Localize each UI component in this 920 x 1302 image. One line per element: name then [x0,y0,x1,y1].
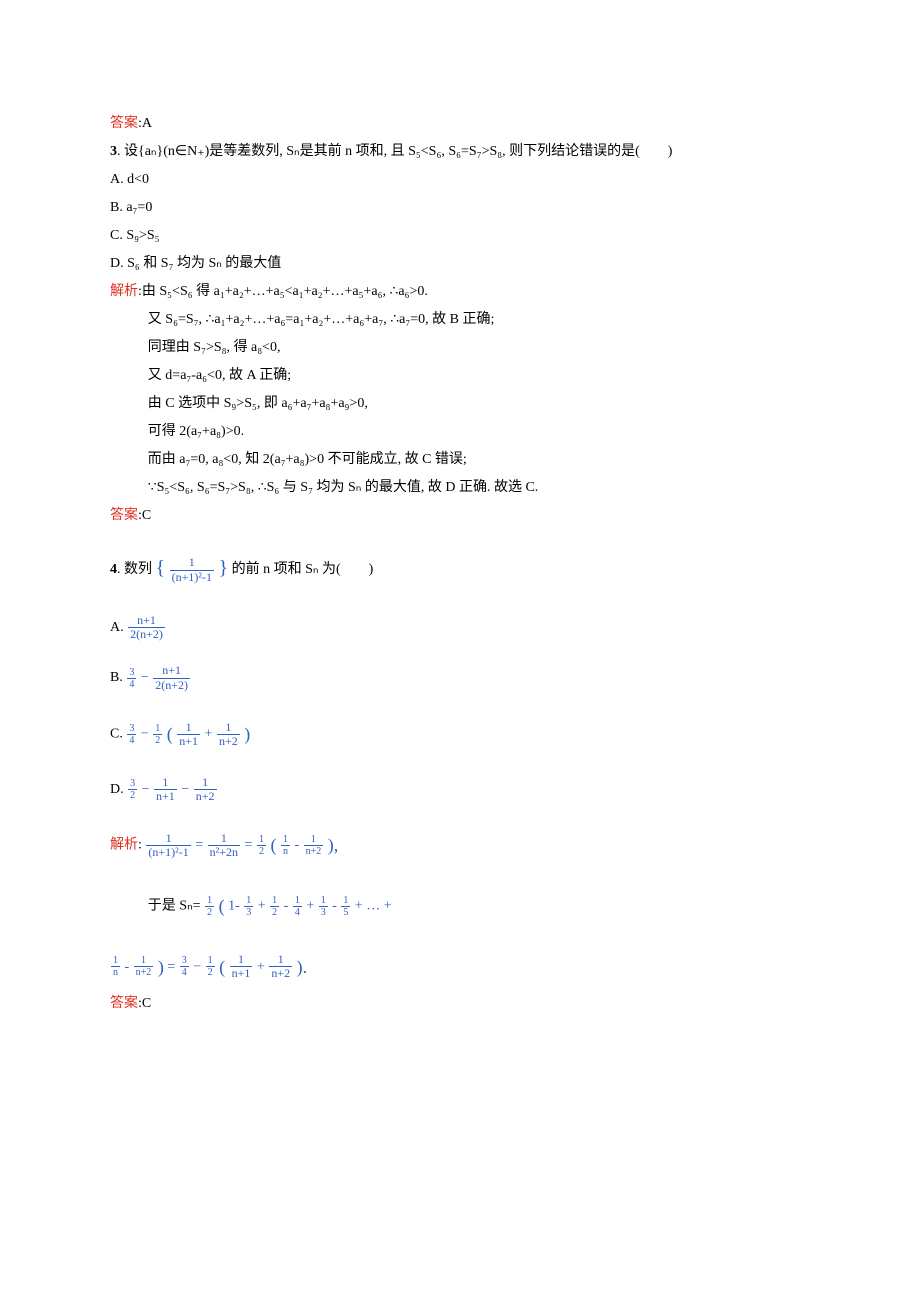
q4-num: 4 [110,562,117,577]
q4-C-12: 12 [153,723,162,746]
q4-ans: :C [138,996,151,1011]
q4-B-frac2: n+12(n+2) [153,664,190,691]
q4-stem: 4. 数列 { 1 (n+1)²-1 } 的前 n 项和 Sₙ 为( ) [110,544,810,596]
q4-C-label: C. [110,726,123,741]
q4-optD: D. 32 − 1n+1 − 1n+2 [110,772,810,808]
q3-num: 3 [110,144,117,159]
answer-2: 答案:A [110,110,810,138]
q3-sol7: 而由 a₇=0, a₈<0, 知 2(a₇+a₈)>0 不可能成立, 故 C 错… [148,446,810,474]
q3-ans: :C [138,508,151,523]
q4-optA: A. n+1 2(n+2) [110,610,810,646]
q3-sol6: 可得 2(a₇+a₈)>0. [148,418,810,446]
q3-optC: C. S₉>S₅ [110,222,810,250]
q4-C-34: 34 [127,723,136,746]
ans2-label: 答案 [110,116,138,131]
q4-D-f1: 1n+1 [154,776,177,803]
q4-sol2: 于是 Sₙ= 12 ( 1- 13 + 12 - 14 + 13 - 15 + … [148,883,810,930]
q4-B-label: B. [110,670,123,685]
q3-stem: 3. 设{aₙ}(n∈N₊)是等差数列, Sₙ是其前 n 项和, 且 S₅<S₆… [110,138,810,166]
paren-r-icon: ) [244,724,250,744]
q3-sol1: 解析:由 S₅<S₆ 得 a₁+a₂+…+a₅<a₁+a₂+…+a₅+a₆, ∴… [110,278,810,306]
q4-C-f1: 1n+1 [177,721,200,748]
q3-sol3: 同理由 S₇>S₈, 得 a₈<0, [148,334,810,362]
q4-C-f2: 1n+2 [217,721,240,748]
q4-sol3: 1n - 1n+2 ) = 34 − 12 ( 1n+1 + 1n+2 ). [110,944,810,991]
q4-post: 的前 n 项和 Sₙ 为( ) [232,562,374,577]
paren-l-icon: ( [167,724,173,744]
q4-sol1: 解析: 1(n+1)²-1 = 1n²+2n = 12 ( 1n - 1n+2 … [110,822,810,869]
brace-r-icon: } [218,542,228,594]
q4-optB: B. 34 − n+12(n+2) [110,660,810,696]
q3-answer: 答案:C [110,502,810,530]
q3-sol-label: 解析 [110,284,138,299]
q4-optC: C. 34 − 12 ( 1n+1 + 1n+2 ) [110,711,810,758]
q3-sol4: 又 d=a₇-a₆<0, 故 A 正确; [148,362,810,390]
q3-text: . 设{aₙ}(n∈N₊)是等差数列, Sₙ是其前 n 项和, 且 S₅<S₆,… [117,144,672,159]
q4-sol-label: 解析 [110,838,138,853]
q3-sol2: 又 S₆=S₇, ∴a₁+a₂+…+a₆=a₁+a₂+…+a₆+a₇, ∴a₇=… [148,306,810,334]
q3-sol8: ∵S₅<S₆, S₆=S₇>S₈, ∴S₆ 与 S₇ 均为 Sₙ 的最大值, 故… [148,474,810,502]
q4-A-frac: n+1 2(n+2) [128,614,165,641]
q4-D-label: D. [110,782,124,797]
ans2-val: :A [138,116,152,131]
q3-sol5: 由 C 选项中 S₉>S₅, 即 a₆+a₇+a₈+a₉>0, [148,390,810,418]
q3-optD: D. S₆ 和 S₇ 均为 Sₙ 的最大值 [110,250,810,278]
q4-frac: 1 (n+1)²-1 [170,556,214,583]
q3-optA: A. d<0 [110,166,810,194]
q4-B-34: 34 [127,667,136,690]
brace-l-icon: { [156,542,166,594]
q4-A-label: A. [110,620,124,635]
q3-sol1-t: :由 S₅<S₆ 得 a₁+a₂+…+a₅<a₁+a₂+…+a₅+a₆, ∴a₆… [138,284,428,299]
q4-D-32: 32 [128,778,137,801]
q4-pre: . 数列 [117,562,152,577]
q4-answer: 答案:C [110,990,810,1018]
q3-optB: B. a₇=0 [110,194,810,222]
q4-ans-label: 答案 [110,996,138,1011]
q4-D-f2: 1n+2 [194,776,217,803]
q3-ans-label: 答案 [110,508,138,523]
q4-B-minus: − [141,670,149,685]
q4-sol2-pre: 于是 Sₙ= [148,898,201,913]
